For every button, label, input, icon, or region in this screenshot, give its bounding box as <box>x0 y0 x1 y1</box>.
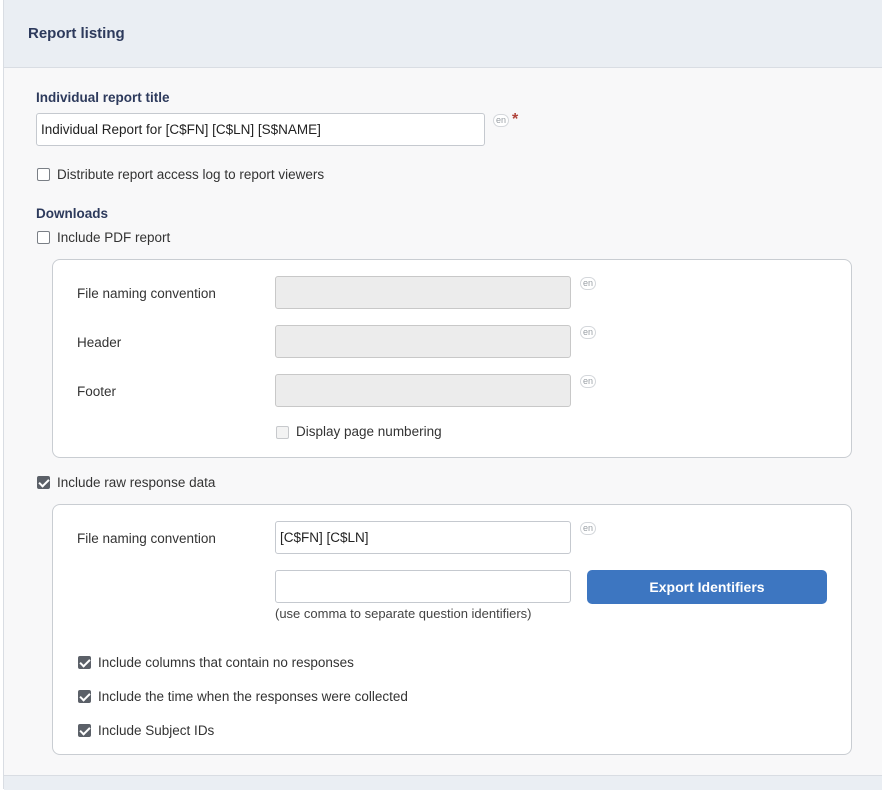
raw-file-naming-input[interactable] <box>275 521 571 554</box>
downloads-heading: Downloads <box>36 206 109 221</box>
include-empty-columns-label: Include columns that contain no response… <box>98 655 354 670</box>
language-badge[interactable]: en <box>580 277 597 290</box>
report-listing-panel: Report listing Individual report title e… <box>3 0 882 790</box>
required-marker: * <box>512 111 519 128</box>
pdf-footer-input[interactable] <box>275 374 571 407</box>
distribute-log-label: Distribute report access log to report v… <box>57 167 325 182</box>
export-identifiers-button[interactable]: Export Identifiers <box>587 570 827 604</box>
pdf-header-input[interactable] <box>275 325 571 358</box>
include-subject-ids-label: Include Subject IDs <box>98 723 215 738</box>
question-identifiers-input[interactable] <box>275 570 571 603</box>
identifiers-hint: (use comma to separate question identifi… <box>275 606 532 621</box>
report-title-input[interactable] <box>36 113 485 146</box>
panel-header: Report listing <box>4 0 882 68</box>
language-badge[interactable]: en <box>580 522 597 535</box>
panel-footer <box>4 775 882 790</box>
include-collection-time-checkbox[interactable] <box>78 690 91 703</box>
page-numbering-label: Display page numbering <box>296 424 442 439</box>
language-badge[interactable]: en <box>493 114 510 127</box>
distribute-log-checkbox[interactable] <box>37 168 50 181</box>
pdf-header-label: Header <box>77 335 122 350</box>
include-raw-data-label: Include raw response data <box>57 475 216 490</box>
include-empty-columns-checkbox[interactable] <box>78 656 91 669</box>
include-pdf-label: Include PDF report <box>57 230 171 245</box>
language-badge[interactable]: en <box>580 326 597 339</box>
page-numbering-checkbox[interactable] <box>276 426 289 439</box>
include-pdf-checkbox[interactable] <box>37 231 50 244</box>
page-title: Report listing <box>28 25 125 42</box>
include-collection-time-label: Include the time when the responses were… <box>98 689 408 704</box>
pdf-file-naming-input[interactable] <box>275 276 571 309</box>
report-title-label: Individual report title <box>36 90 170 105</box>
include-subject-ids-checkbox[interactable] <box>78 724 91 737</box>
raw-file-naming-label: File naming convention <box>77 531 216 546</box>
pdf-file-naming-label: File naming convention <box>77 286 216 301</box>
pdf-footer-label: Footer <box>77 384 117 399</box>
pdf-options-group: File naming convention en Header en Foot… <box>52 259 852 458</box>
raw-data-options-group: File naming convention en Export Identif… <box>52 504 852 755</box>
language-badge[interactable]: en <box>580 375 597 388</box>
include-raw-data-checkbox[interactable] <box>37 476 50 489</box>
